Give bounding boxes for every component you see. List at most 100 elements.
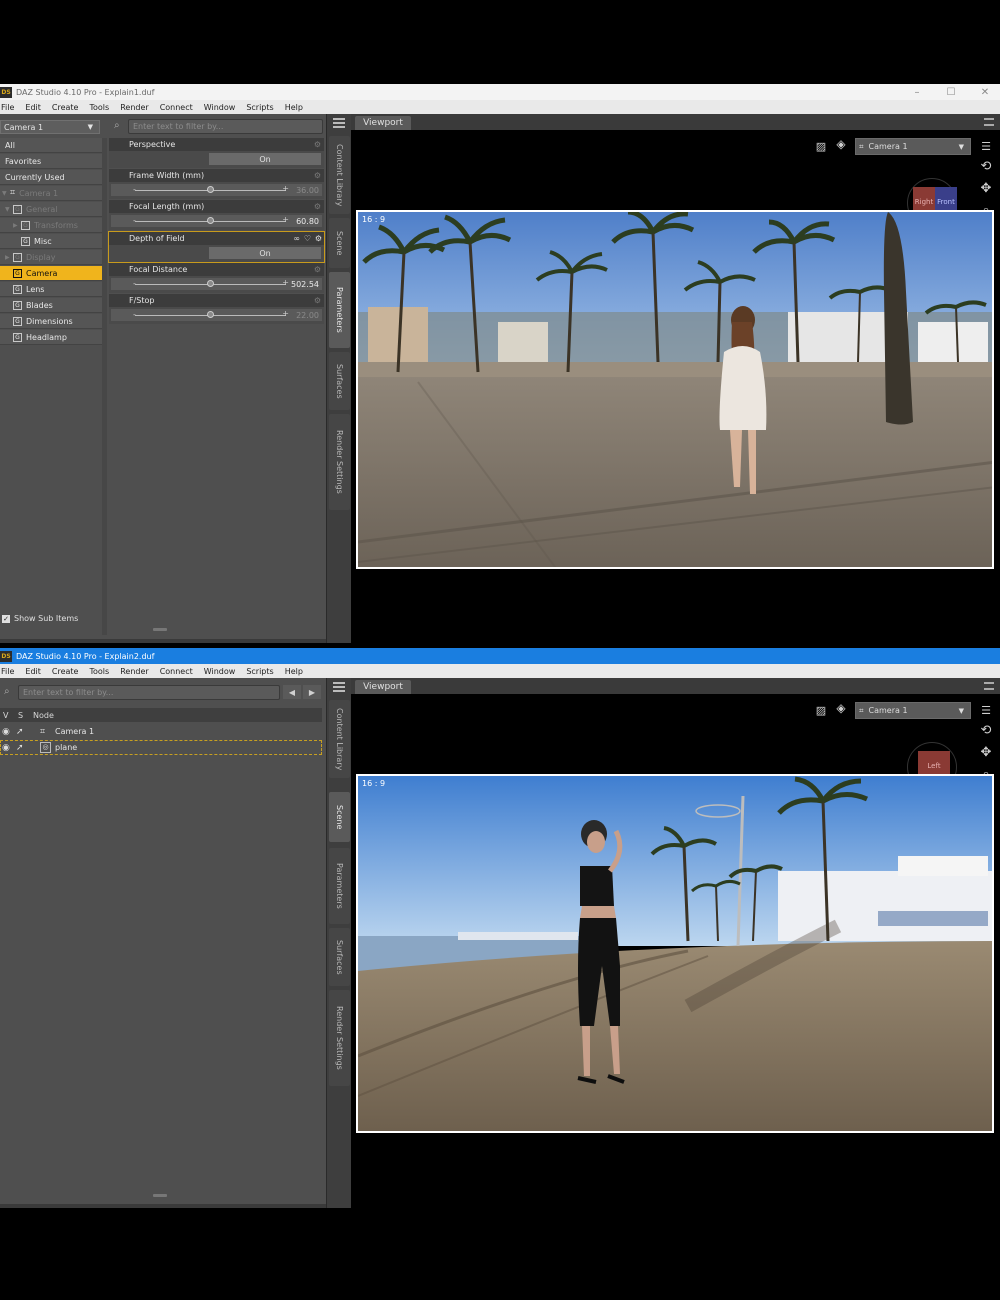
- viewport-camera-select[interactable]: ⌗ Camera 1 ▼: [855, 702, 971, 719]
- scene-filter-input[interactable]: Enter text to filter by...: [18, 685, 280, 700]
- orbit-icon[interactable]: ⟲: [978, 158, 994, 174]
- column-selectable[interactable]: S: [18, 711, 23, 720]
- depth-of-field-toggle[interactable]: On: [209, 247, 321, 259]
- param-value[interactable]: 36.00: [296, 184, 319, 196]
- pane-menu-icon[interactable]: [984, 682, 994, 690]
- increment-icon[interactable]: +: [282, 278, 289, 287]
- menu-window[interactable]: Window: [204, 667, 236, 676]
- pan-icon[interactable]: ✥: [978, 744, 994, 760]
- tab-scene[interactable]: Scene: [329, 792, 350, 842]
- category-camera-node[interactable]: ▼ ⌗ Camera 1: [0, 186, 102, 201]
- expand-arrow-icon[interactable]: ▼: [2, 190, 8, 197]
- viewport-camera-select[interactable]: ⌗ Camera 1 ▼: [855, 138, 971, 155]
- tab-render-settings[interactable]: Render Settings: [329, 990, 350, 1086]
- render-preview-beach-pose[interactable]: 16 : 9: [356, 774, 994, 1133]
- draw-style-icon[interactable]: ▨: [813, 702, 829, 718]
- category-headlamp[interactable]: G Headlamp: [0, 330, 102, 345]
- tab-render-settings[interactable]: Render Settings: [329, 414, 350, 510]
- menu-render[interactable]: Render: [120, 103, 148, 112]
- pan-icon[interactable]: ✥: [978, 180, 994, 196]
- previous-arrow-icon[interactable]: ◀: [283, 685, 301, 699]
- pane-menu-icon[interactable]: [333, 682, 345, 692]
- menu-scripts[interactable]: Scripts: [246, 667, 273, 676]
- tab-parameters[interactable]: Parameters: [329, 848, 350, 924]
- category-general[interactable]: ▼ G General: [0, 202, 102, 217]
- menu-tools[interactable]: Tools: [89, 667, 109, 676]
- orbit-icon[interactable]: ⟲: [978, 722, 994, 738]
- increment-icon[interactable]: +: [282, 184, 289, 193]
- slider-knob[interactable]: [206, 186, 214, 193]
- eye-icon[interactable]: ◉: [2, 743, 10, 753]
- menu-render[interactable]: Render: [120, 667, 148, 676]
- menu-connect[interactable]: Connect: [160, 103, 193, 112]
- pane-menu-icon[interactable]: [984, 118, 994, 126]
- column-visible[interactable]: V: [3, 711, 8, 720]
- eye-icon[interactable]: ◉: [2, 727, 10, 737]
- viewport-options-icon[interactable]: ☰: [978, 138, 994, 154]
- filter-search-input[interactable]: Enter text to filter by...: [128, 119, 323, 134]
- gear-icon[interactable]: ⚙: [314, 202, 321, 211]
- gear-icon[interactable]: ⚙: [314, 296, 321, 305]
- focal-distance-slider[interactable]: - + 502.54: [111, 278, 322, 290]
- slider-knob[interactable]: [206, 311, 214, 318]
- scene-node-camera[interactable]: ◉ ➚ ⌗ Camera 1: [0, 724, 322, 739]
- menu-create[interactable]: Create: [52, 103, 79, 112]
- category-camera[interactable]: G Camera: [0, 266, 102, 281]
- tab-parameters[interactable]: Parameters: [329, 272, 350, 348]
- menu-file[interactable]: File: [1, 667, 14, 676]
- tab-viewport[interactable]: Viewport: [355, 116, 411, 130]
- maximize-button[interactable]: ☐: [936, 84, 966, 100]
- gear-icon[interactable]: ⚙: [314, 140, 321, 149]
- focal-length-slider[interactable]: - + 60.80: [111, 215, 322, 227]
- gear-icon[interactable]: ⚙: [315, 234, 322, 243]
- node-select-combo[interactable]: Camera 1 ▼: [0, 120, 100, 134]
- menu-create[interactable]: Create: [52, 667, 79, 676]
- menu-edit[interactable]: Edit: [25, 667, 41, 676]
- cube-view-icon[interactable]: ◈: [833, 700, 849, 716]
- menu-file[interactable]: File: [1, 103, 14, 112]
- close-button[interactable]: ✕: [970, 84, 1000, 100]
- tab-surfaces[interactable]: Surfaces: [329, 928, 350, 986]
- render-preview-beach-walk[interactable]: 16 : 9: [356, 210, 994, 569]
- scene-node-plane[interactable]: ◉ ➚ ◎ plane: [0, 740, 322, 755]
- favorite-heart-icon[interactable]: ♡: [304, 234, 311, 243]
- menu-help[interactable]: Help: [285, 103, 303, 112]
- slider-knob[interactable]: [206, 280, 214, 287]
- param-value[interactable]: 502.54: [291, 278, 319, 290]
- increment-icon[interactable]: +: [282, 215, 289, 224]
- param-value[interactable]: 60.80: [296, 215, 319, 227]
- cube-view-icon[interactable]: ◈: [833, 136, 849, 152]
- increment-icon[interactable]: +: [282, 309, 289, 318]
- minimize-button[interactable]: –: [902, 84, 932, 100]
- category-favorites[interactable]: Favorites: [0, 154, 102, 169]
- tab-content-library[interactable]: Content Library: [329, 136, 350, 214]
- link-icon[interactable]: ∞: [293, 234, 300, 243]
- resize-grip[interactable]: [153, 1194, 167, 1197]
- gear-icon[interactable]: ⚙: [314, 265, 321, 274]
- pane-menu-icon[interactable]: [333, 118, 345, 128]
- tab-scene[interactable]: Scene: [329, 218, 350, 268]
- category-blades[interactable]: G Blades: [0, 298, 102, 313]
- category-dimensions[interactable]: G Dimensions: [0, 314, 102, 329]
- expand-arrow-icon[interactable]: ▶: [13, 222, 19, 229]
- category-all[interactable]: All: [0, 138, 102, 153]
- select-arrow-icon[interactable]: ➚: [16, 727, 24, 737]
- menu-scripts[interactable]: Scripts: [246, 103, 273, 112]
- frame-width-slider[interactable]: - + 36.00: [111, 184, 322, 196]
- category-lens[interactable]: G Lens: [0, 282, 102, 297]
- slider-knob[interactable]: [206, 217, 214, 224]
- category-display[interactable]: ▶ G Display: [0, 250, 102, 265]
- next-arrow-icon[interactable]: ▶: [303, 685, 321, 699]
- menu-tools[interactable]: Tools: [89, 103, 109, 112]
- viewport-options-icon[interactable]: ☰: [978, 702, 994, 718]
- select-arrow-icon[interactable]: ➚: [16, 743, 24, 753]
- gear-icon[interactable]: ⚙: [314, 171, 321, 180]
- category-transforms[interactable]: ▶ G Transforms: [0, 218, 102, 233]
- category-currently-used[interactable]: Currently Used: [0, 170, 102, 185]
- category-misc[interactable]: G Misc: [0, 234, 102, 249]
- menu-connect[interactable]: Connect: [160, 667, 193, 676]
- tab-viewport[interactable]: Viewport: [355, 680, 411, 694]
- expand-arrow-icon[interactable]: ▶: [5, 254, 11, 261]
- menu-window[interactable]: Window: [204, 103, 236, 112]
- expand-arrow-icon[interactable]: ▼: [5, 206, 11, 213]
